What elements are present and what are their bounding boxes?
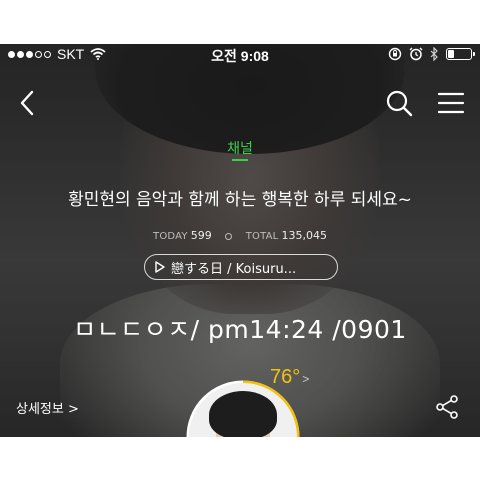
rotation-lock-icon xyxy=(388,47,402,61)
alarm-icon xyxy=(409,47,423,61)
play-icon xyxy=(155,261,165,273)
stats-separator xyxy=(225,232,233,240)
detail-info-link[interactable]: 상세정보 > xyxy=(16,398,79,417)
status-bar: SKT 오전 9:08 xyxy=(0,44,480,66)
today-label: TODAY xyxy=(153,231,188,242)
song-title: 戀する日 / Koisuru... xyxy=(171,261,297,277)
top-nav-bar xyxy=(0,84,480,124)
total-value: 135,045 xyxy=(281,229,327,242)
temperature-value: 76° xyxy=(270,366,301,388)
search-icon[interactable] xyxy=(384,88,414,118)
temperature-indicator[interactable]: 76° > xyxy=(270,366,309,389)
overlay-caption: ㅁㄴㄷㅇㅈ/ pm14:24 /0901 xyxy=(73,315,407,344)
channel-screen: SKT 오전 9:08 채널 황민현의 음악과 함께 하는 행복한 하루 되세요… xyxy=(0,44,480,437)
total-label: TOTAL xyxy=(245,231,279,242)
song-play-button[interactable]: 戀する日 / Koisuru... xyxy=(144,254,338,280)
status-right xyxy=(388,47,475,61)
channel-headline: 황민현의 음악과 함께 하는 행복한 하루 되세요~ xyxy=(68,190,412,210)
channel-underline xyxy=(232,159,248,161)
channel-label: 채널 xyxy=(227,141,253,157)
back-icon[interactable] xyxy=(16,88,42,118)
share-icon[interactable] xyxy=(434,394,460,420)
temperature-chevron: > xyxy=(302,372,310,386)
today-value: 599 xyxy=(190,229,212,242)
bluetooth-icon xyxy=(430,47,438,61)
battery-icon xyxy=(446,48,475,60)
visitor-stats: TODAY 599 TOTAL 135,045 xyxy=(0,229,480,242)
menu-icon[interactable] xyxy=(436,88,466,118)
